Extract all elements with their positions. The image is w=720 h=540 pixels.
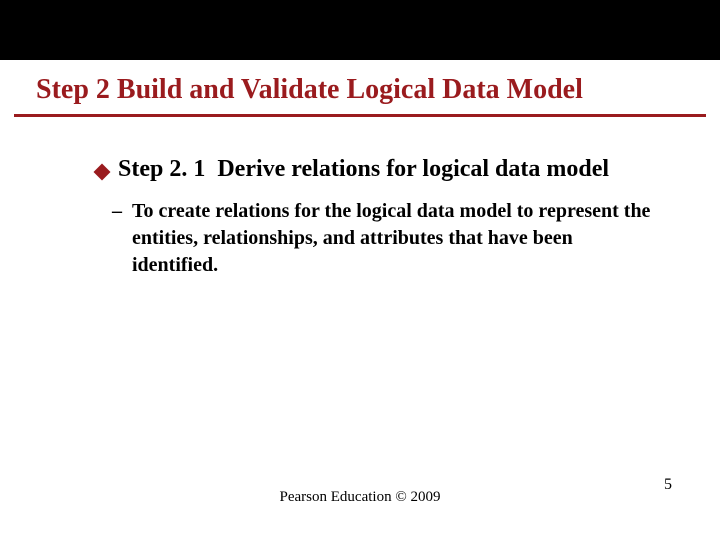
bullet-step: Step 2. 1 bbox=[118, 156, 205, 182]
footer-credit: Pearson Education © 2009 bbox=[0, 489, 720, 506]
page-number: 5 bbox=[664, 476, 672, 494]
sub-bullet-item: – To create relations for the logical da… bbox=[112, 198, 660, 279]
top-black-bar bbox=[0, 0, 720, 60]
sub-bullet-text: To create relations for the logical data… bbox=[132, 198, 660, 279]
bullet-text: Step 2. 1 Derive relations for logical d… bbox=[118, 156, 609, 183]
title-underline bbox=[14, 114, 706, 117]
dash-bullet-icon: – bbox=[112, 198, 122, 224]
diamond-bullet-icon bbox=[94, 164, 111, 181]
bullet-item: Step 2. 1 Derive relations for logical d… bbox=[96, 156, 690, 183]
bullet-label: Derive relations for logical data model bbox=[217, 156, 609, 182]
slide-title: Step 2 Build and Validate Logical Data M… bbox=[36, 74, 684, 106]
slide: Step 2 Build and Validate Logical Data M… bbox=[0, 0, 720, 540]
